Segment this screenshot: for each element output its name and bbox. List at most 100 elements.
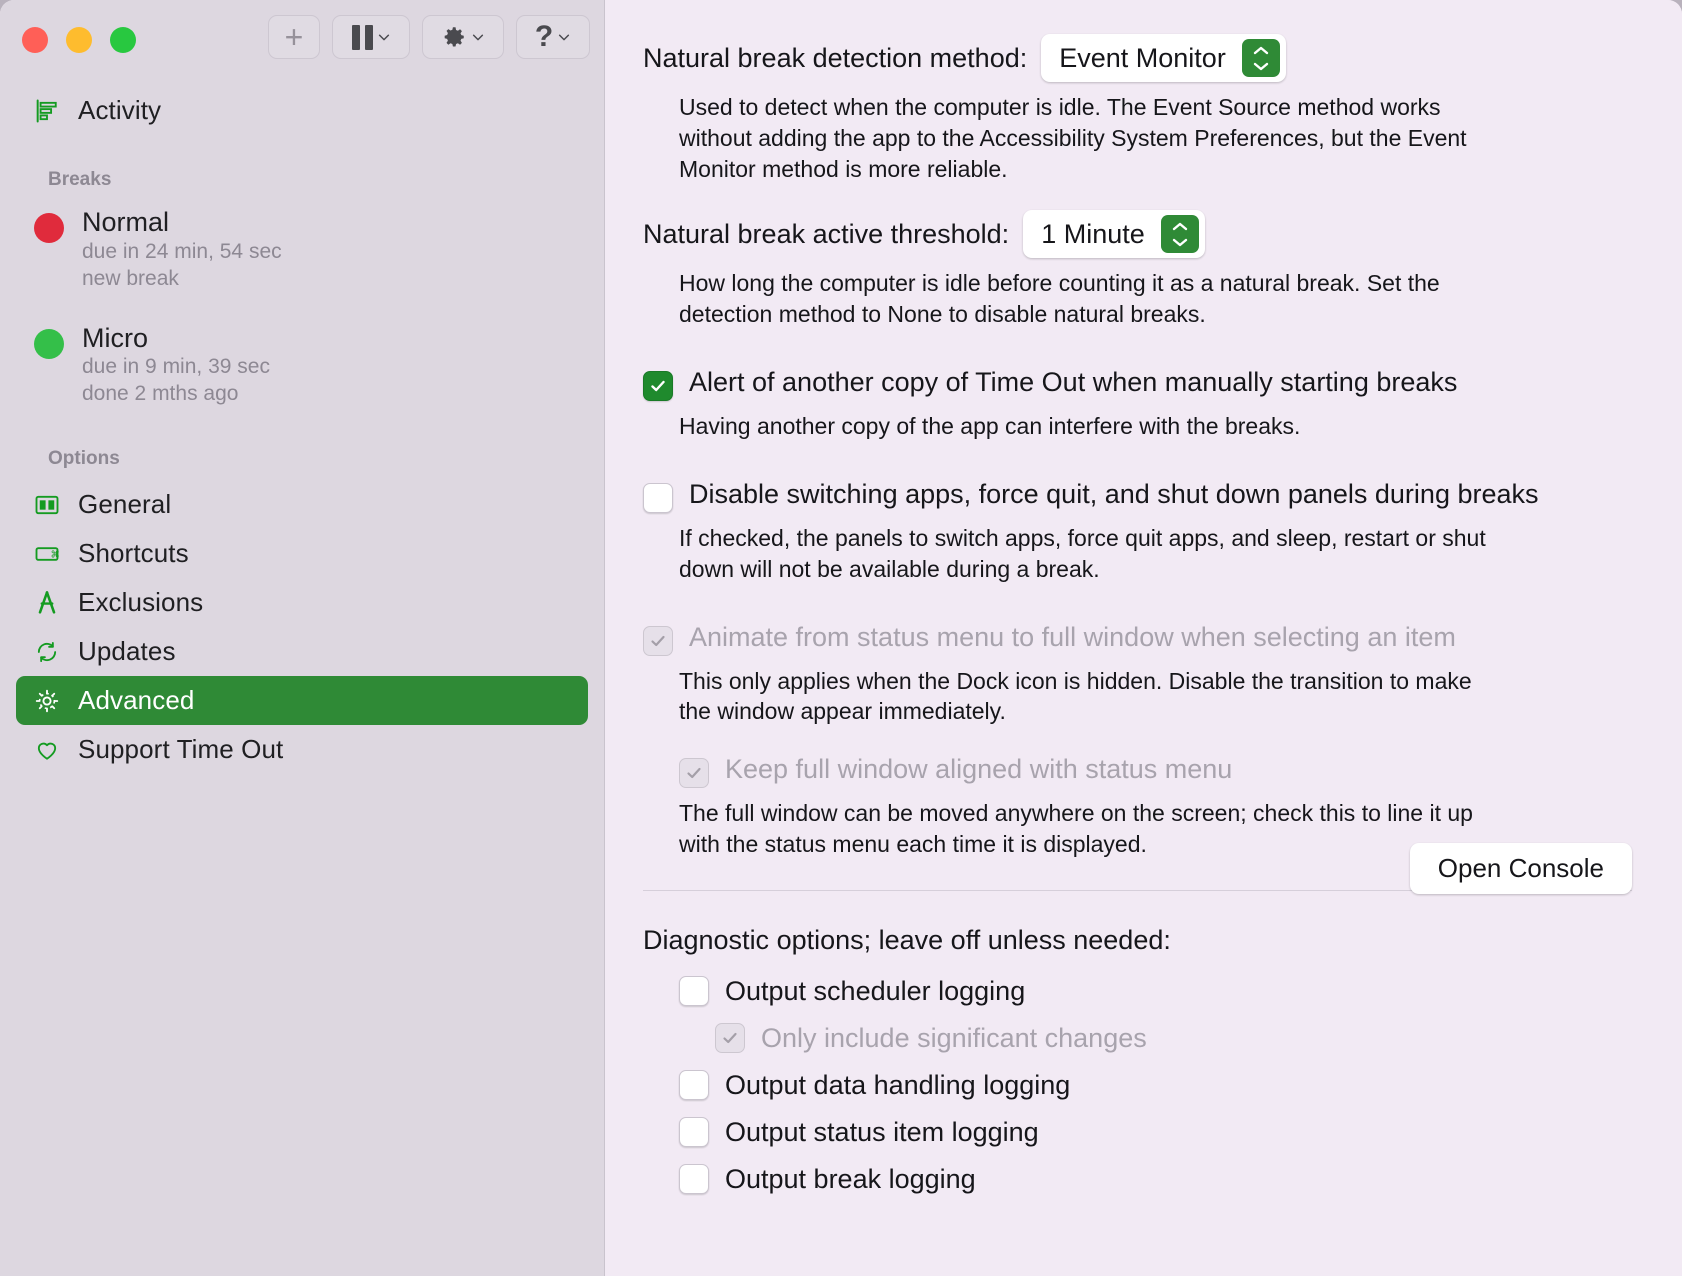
- toolbar: + ?: [268, 15, 590, 59]
- checkmark-icon: [687, 768, 701, 779]
- output-scheduler-logging-label: Output scheduler logging: [725, 975, 1026, 1006]
- sidebar-item-label: General: [78, 489, 172, 520]
- settings-button[interactable]: [422, 15, 504, 59]
- sidebar-group-options: Options: [48, 448, 120, 470]
- detection-method-row: Natural break detection method: Event Mo…: [643, 34, 1632, 82]
- break-status-dot: [34, 213, 64, 243]
- active-threshold-select[interactable]: 1 Minute: [1023, 210, 1205, 259]
- animate-status-menu-checkbox: [643, 625, 673, 656]
- output-status-item-logging-row[interactable]: Output status item logging: [679, 1117, 1632, 1148]
- sidebar-item-exclusions[interactable]: Exclusions: [16, 578, 588, 627]
- active-threshold-value: 1 Minute: [1041, 218, 1145, 249]
- output-data-handling-logging-label: Output data handling logging: [725, 1069, 1071, 1100]
- break-due: due in 9 min, 39 sec: [82, 355, 270, 379]
- app-window: + ? Activity Breaks Normal due in 24 min…: [0, 0, 1682, 1276]
- detection-method-select[interactable]: Event Monitor: [1041, 34, 1286, 82]
- zoom-window-button[interactable]: [110, 27, 136, 53]
- diagnostics-title: Diagnostic options; leave off unless nee…: [643, 924, 1171, 955]
- only-significant-changes-checkbox: [715, 1023, 745, 1054]
- question-mark-icon: ?: [534, 20, 554, 53]
- keep-window-aligned-help: The full window can be moved anywhere on…: [679, 800, 1473, 857]
- break-name: Normal: [82, 207, 170, 237]
- chevron-down-icon: [472, 34, 484, 41]
- traffic-lights: [22, 27, 136, 53]
- sidebar-item-advanced[interactable]: Advanced: [16, 676, 588, 726]
- sidebar-item-label: Advanced: [78, 685, 195, 716]
- stepper-arrows-icon: [1160, 215, 1199, 254]
- pause-icon: [351, 24, 373, 50]
- svg-text:⌘: ⌘: [51, 549, 60, 560]
- animate-status-menu-row: Animate from status menu to full window …: [643, 621, 1632, 656]
- heart-icon: [32, 735, 62, 765]
- disable-switching-apps-row[interactable]: Disable switching apps, force quit, and …: [643, 478, 1632, 513]
- keep-window-aligned-label: Keep full window aligned with status men…: [725, 754, 1233, 785]
- pause-button[interactable]: [332, 15, 410, 59]
- output-break-logging-row[interactable]: Output break logging: [679, 1164, 1632, 1195]
- sidebar-item-general[interactable]: General: [16, 480, 588, 529]
- advanced-settings-pane: Natural break detection method: Event Mo…: [605, 0, 1682, 1276]
- break-status-dot: [34, 328, 64, 359]
- titlebar: + ?: [0, 0, 604, 80]
- sidebar-item-shortcuts[interactable]: ⌘ Shortcuts: [16, 529, 588, 578]
- checkmark-icon: [723, 1033, 737, 1044]
- output-break-logging-label: Output break logging: [725, 1163, 976, 1194]
- alert-another-copy-help: Having another copy of the app can inter…: [679, 413, 1301, 440]
- minimize-window-button[interactable]: [66, 27, 92, 53]
- chevron-down-icon: [559, 34, 570, 41]
- only-significant-changes-row: Only include significant changes: [715, 1023, 1632, 1054]
- output-status-item-logging-label: Output status item logging: [725, 1116, 1039, 1147]
- sidebar-break-micro[interactable]: Micro due in 9 min, 39 sec done 2 mths a…: [16, 317, 588, 415]
- alert-another-copy-label: Alert of another copy of Time Out when m…: [689, 367, 1458, 398]
- gear-icon: [32, 686, 62, 716]
- break-status: done 2 mths ago: [82, 382, 239, 406]
- checkmark-icon: [651, 380, 665, 392]
- disable-switching-apps-checkbox[interactable]: [643, 482, 673, 513]
- alert-another-copy-checkbox[interactable]: [643, 371, 673, 402]
- only-significant-changes-label: Only include significant changes: [761, 1022, 1147, 1053]
- sidebar-group-breaks: Breaks: [48, 169, 112, 190]
- panels-icon: [32, 490, 62, 520]
- stepper-arrows-icon: [1241, 39, 1280, 77]
- gear-icon: [444, 27, 464, 47]
- disable-switching-apps-label: Disable switching apps, force quit, and …: [689, 478, 1539, 509]
- sidebar-item-label: Updates: [78, 636, 176, 667]
- break-due: due in 24 min, 54 sec: [82, 239, 282, 263]
- keep-window-aligned-checkbox: [679, 758, 709, 789]
- output-status-item-logging-checkbox[interactable]: [679, 1117, 709, 1148]
- output-data-handling-logging-checkbox[interactable]: [679, 1070, 709, 1101]
- sidebar-nav: Activity Breaks Normal due in 24 min, 54…: [0, 86, 604, 774]
- animate-status-menu-help: This only applies when the Dock icon is …: [679, 667, 1472, 725]
- sidebar-item-updates[interactable]: Updates: [16, 627, 588, 676]
- close-window-button[interactable]: [22, 27, 48, 53]
- detection-method-value: Event Monitor: [1059, 42, 1226, 73]
- detection-method-help: Used to detect when the computer is idle…: [679, 94, 1467, 182]
- help-button[interactable]: ?: [516, 15, 590, 59]
- sidebar-item-label: Exclusions: [78, 587, 204, 618]
- compass-icon: [32, 588, 62, 618]
- output-data-handling-logging-row[interactable]: Output data handling logging: [679, 1070, 1632, 1101]
- keep-window-aligned-row: Keep full window aligned with status men…: [679, 753, 1632, 789]
- active-threshold-help: How long the computer is idle before cou…: [679, 270, 1440, 328]
- sidebar-item-support-time-out[interactable]: Support Time Out: [16, 725, 588, 774]
- active-threshold-label: Natural break active threshold:: [643, 218, 1010, 249]
- output-break-logging-checkbox[interactable]: [679, 1164, 709, 1195]
- detection-method-label: Natural break detection method:: [643, 42, 1028, 73]
- sidebar: + ? Activity Breaks Normal due in 24 min…: [0, 0, 605, 1276]
- checkmark-icon: [651, 635, 665, 646]
- sidebar-options-list: General ⌘ Shortcuts Exclusions Updates A…: [16, 480, 588, 774]
- sidebar-item-label: Shortcuts: [78, 538, 189, 569]
- output-scheduler-logging-row[interactable]: Output scheduler logging: [679, 976, 1632, 1007]
- sidebar-item-activity[interactable]: Activity: [16, 86, 588, 135]
- sidebar-break-normal[interactable]: Normal due in 24 min, 54 sec new break: [16, 201, 588, 299]
- open-console-button[interactable]: Open Console: [1409, 843, 1632, 894]
- alert-another-copy-row[interactable]: Alert of another copy of Time Out when m…: [643, 366, 1632, 402]
- add-button[interactable]: +: [268, 15, 320, 59]
- active-threshold-row: Natural break active threshold: 1 Minute: [643, 210, 1632, 259]
- sidebar-item-label: Activity: [78, 95, 162, 125]
- chevron-down-icon: [378, 34, 389, 41]
- animate-status-menu-label: Animate from status menu to full window …: [689, 621, 1456, 652]
- break-status: new break: [82, 266, 179, 290]
- break-name: Micro: [82, 322, 148, 353]
- output-scheduler-logging-checkbox[interactable]: [679, 976, 709, 1007]
- refresh-icon: [32, 637, 62, 667]
